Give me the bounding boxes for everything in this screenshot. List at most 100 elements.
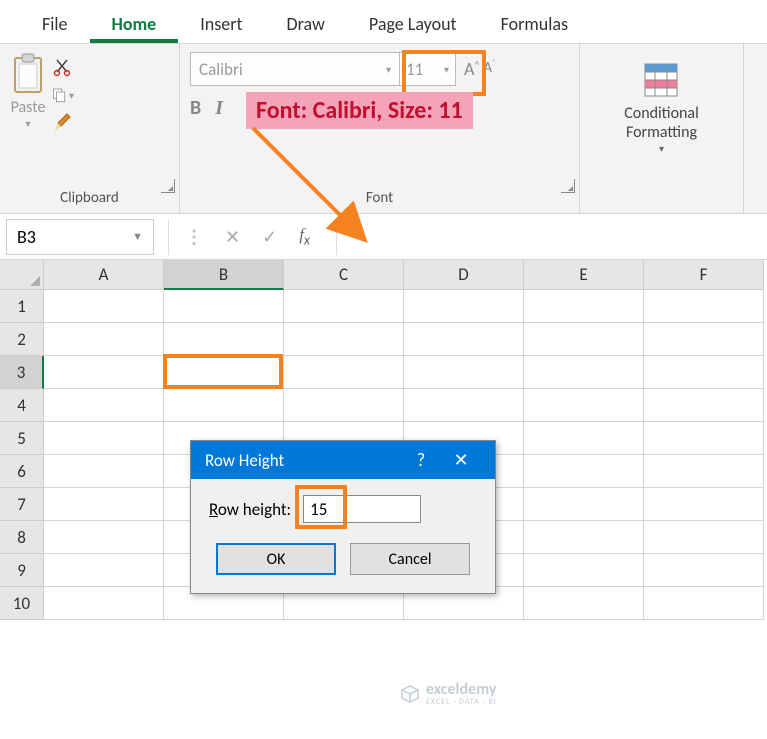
cut-button[interactable] xyxy=(52,56,74,78)
row-header[interactable]: 8 xyxy=(0,521,44,554)
clipboard-launcher[interactable] xyxy=(161,179,175,193)
cell[interactable] xyxy=(44,290,164,323)
cell[interactable] xyxy=(284,290,404,323)
row-header[interactable]: 9 xyxy=(0,554,44,587)
format-painter-button[interactable] xyxy=(52,112,74,134)
select-all-corner[interactable] xyxy=(0,260,44,290)
row-header[interactable]: 5 xyxy=(0,422,44,455)
font-name-value: Calibri xyxy=(199,59,243,80)
cell[interactable] xyxy=(524,554,644,587)
row-height-input[interactable] xyxy=(303,495,421,523)
cell[interactable] xyxy=(284,356,404,389)
cell[interactable] xyxy=(284,323,404,356)
cell[interactable] xyxy=(644,422,764,455)
chevron-down-icon: ▼ xyxy=(132,230,143,243)
cell[interactable] xyxy=(524,521,644,554)
cell[interactable] xyxy=(44,587,164,620)
tab-insert[interactable]: Insert xyxy=(178,3,264,43)
name-box[interactable]: B3 ▼ xyxy=(6,219,154,255)
cell[interactable] xyxy=(404,290,524,323)
cell[interactable] xyxy=(644,323,764,356)
cell[interactable] xyxy=(164,389,284,422)
copy-button[interactable]: ▾ xyxy=(52,84,74,106)
name-box-value: B3 xyxy=(17,226,36,248)
cell[interactable] xyxy=(524,356,644,389)
row-height-label: Row height: xyxy=(209,499,291,520)
conditional-formatting-button[interactable]: Conditional Formatting ▾ xyxy=(624,52,699,155)
dialog-help-button[interactable]: ? xyxy=(401,449,441,471)
row-header[interactable]: 7 xyxy=(0,488,44,521)
cell[interactable] xyxy=(44,521,164,554)
tab-home[interactable]: Home xyxy=(90,3,179,43)
cell[interactable] xyxy=(164,323,284,356)
cancel-button[interactable]: Cancel xyxy=(350,543,470,575)
cell[interactable] xyxy=(524,455,644,488)
cell[interactable] xyxy=(644,389,764,422)
ok-button[interactable]: OK xyxy=(216,543,336,575)
font-size-dropdown[interactable]: 11 ▾ xyxy=(400,52,456,86)
dialog-title: Row Height xyxy=(205,450,284,471)
cell[interactable] xyxy=(644,488,764,521)
col-header[interactable]: A xyxy=(44,260,164,290)
group-conditional-formatting: Conditional Formatting ▾ xyxy=(580,44,744,213)
row-header[interactable]: 4 xyxy=(0,389,44,422)
row-header[interactable]: 6 xyxy=(0,455,44,488)
font-launcher[interactable] xyxy=(561,179,575,193)
cell[interactable] xyxy=(524,323,644,356)
watermark-subtext: EXCEL · DATA · BI xyxy=(426,697,497,707)
row-header[interactable]: 1 xyxy=(0,290,44,323)
cell[interactable] xyxy=(44,488,164,521)
cell[interactable] xyxy=(644,290,764,323)
cell[interactable] xyxy=(524,389,644,422)
col-header[interactable]: F xyxy=(644,260,764,290)
tab-file[interactable]: File xyxy=(20,3,90,43)
increase-font-button[interactable]: A^ xyxy=(464,58,479,80)
formula-input[interactable] xyxy=(336,219,767,255)
cell[interactable] xyxy=(44,389,164,422)
cell[interactable] xyxy=(164,290,284,323)
cancel-formula-button[interactable]: ✕ xyxy=(225,226,240,248)
bold-button[interactable]: B xyxy=(190,96,201,120)
cell[interactable] xyxy=(644,455,764,488)
tab-formulas[interactable]: Formulas xyxy=(479,3,590,43)
clipboard-icon xyxy=(10,52,46,96)
cell-b3[interactable] xyxy=(164,356,284,389)
paste-button[interactable]: Paste ▾ xyxy=(10,52,46,134)
dialog-close-button[interactable]: ✕ xyxy=(441,449,481,471)
cell[interactable] xyxy=(44,323,164,356)
watermark-icon xyxy=(400,684,420,704)
cell[interactable] xyxy=(644,356,764,389)
tab-pagelayout[interactable]: Page Layout xyxy=(347,3,479,43)
row-header[interactable]: 10 xyxy=(0,587,44,620)
row-height-dialog: Row Height ? ✕ Row height: OK Cancel xyxy=(190,440,496,594)
cell[interactable] xyxy=(644,521,764,554)
cell[interactable] xyxy=(524,587,644,620)
col-header[interactable]: C xyxy=(284,260,404,290)
cell[interactable] xyxy=(404,389,524,422)
cell[interactable] xyxy=(404,356,524,389)
row-header[interactable]: 3 xyxy=(0,356,44,389)
col-header[interactable]: D xyxy=(404,260,524,290)
col-header[interactable]: B xyxy=(164,260,284,290)
col-header[interactable]: E xyxy=(524,260,644,290)
cell[interactable] xyxy=(524,488,644,521)
cell[interactable] xyxy=(44,455,164,488)
cell[interactable] xyxy=(44,554,164,587)
formula-bar: B3 ▼ ⋮ ✕ ✓ fx xyxy=(0,214,767,260)
group-clipboard: Paste ▾ ▾ Clipboard xyxy=(0,44,180,213)
tab-draw[interactable]: Draw xyxy=(265,3,347,43)
cell[interactable] xyxy=(524,290,644,323)
cell[interactable] xyxy=(644,587,764,620)
fx-button[interactable]: fx xyxy=(299,225,310,248)
enter-formula-button[interactable]: ✓ xyxy=(262,226,277,248)
decrease-font-button[interactable]: Aˇ xyxy=(483,58,495,80)
cell[interactable] xyxy=(44,356,164,389)
row-header[interactable]: 2 xyxy=(0,323,44,356)
cell[interactable] xyxy=(644,554,764,587)
cell[interactable] xyxy=(524,422,644,455)
font-name-dropdown[interactable]: Calibri ▾ xyxy=(190,52,400,86)
cell[interactable] xyxy=(284,389,404,422)
italic-button[interactable]: I xyxy=(215,97,223,120)
cell[interactable] xyxy=(44,422,164,455)
cell[interactable] xyxy=(404,323,524,356)
